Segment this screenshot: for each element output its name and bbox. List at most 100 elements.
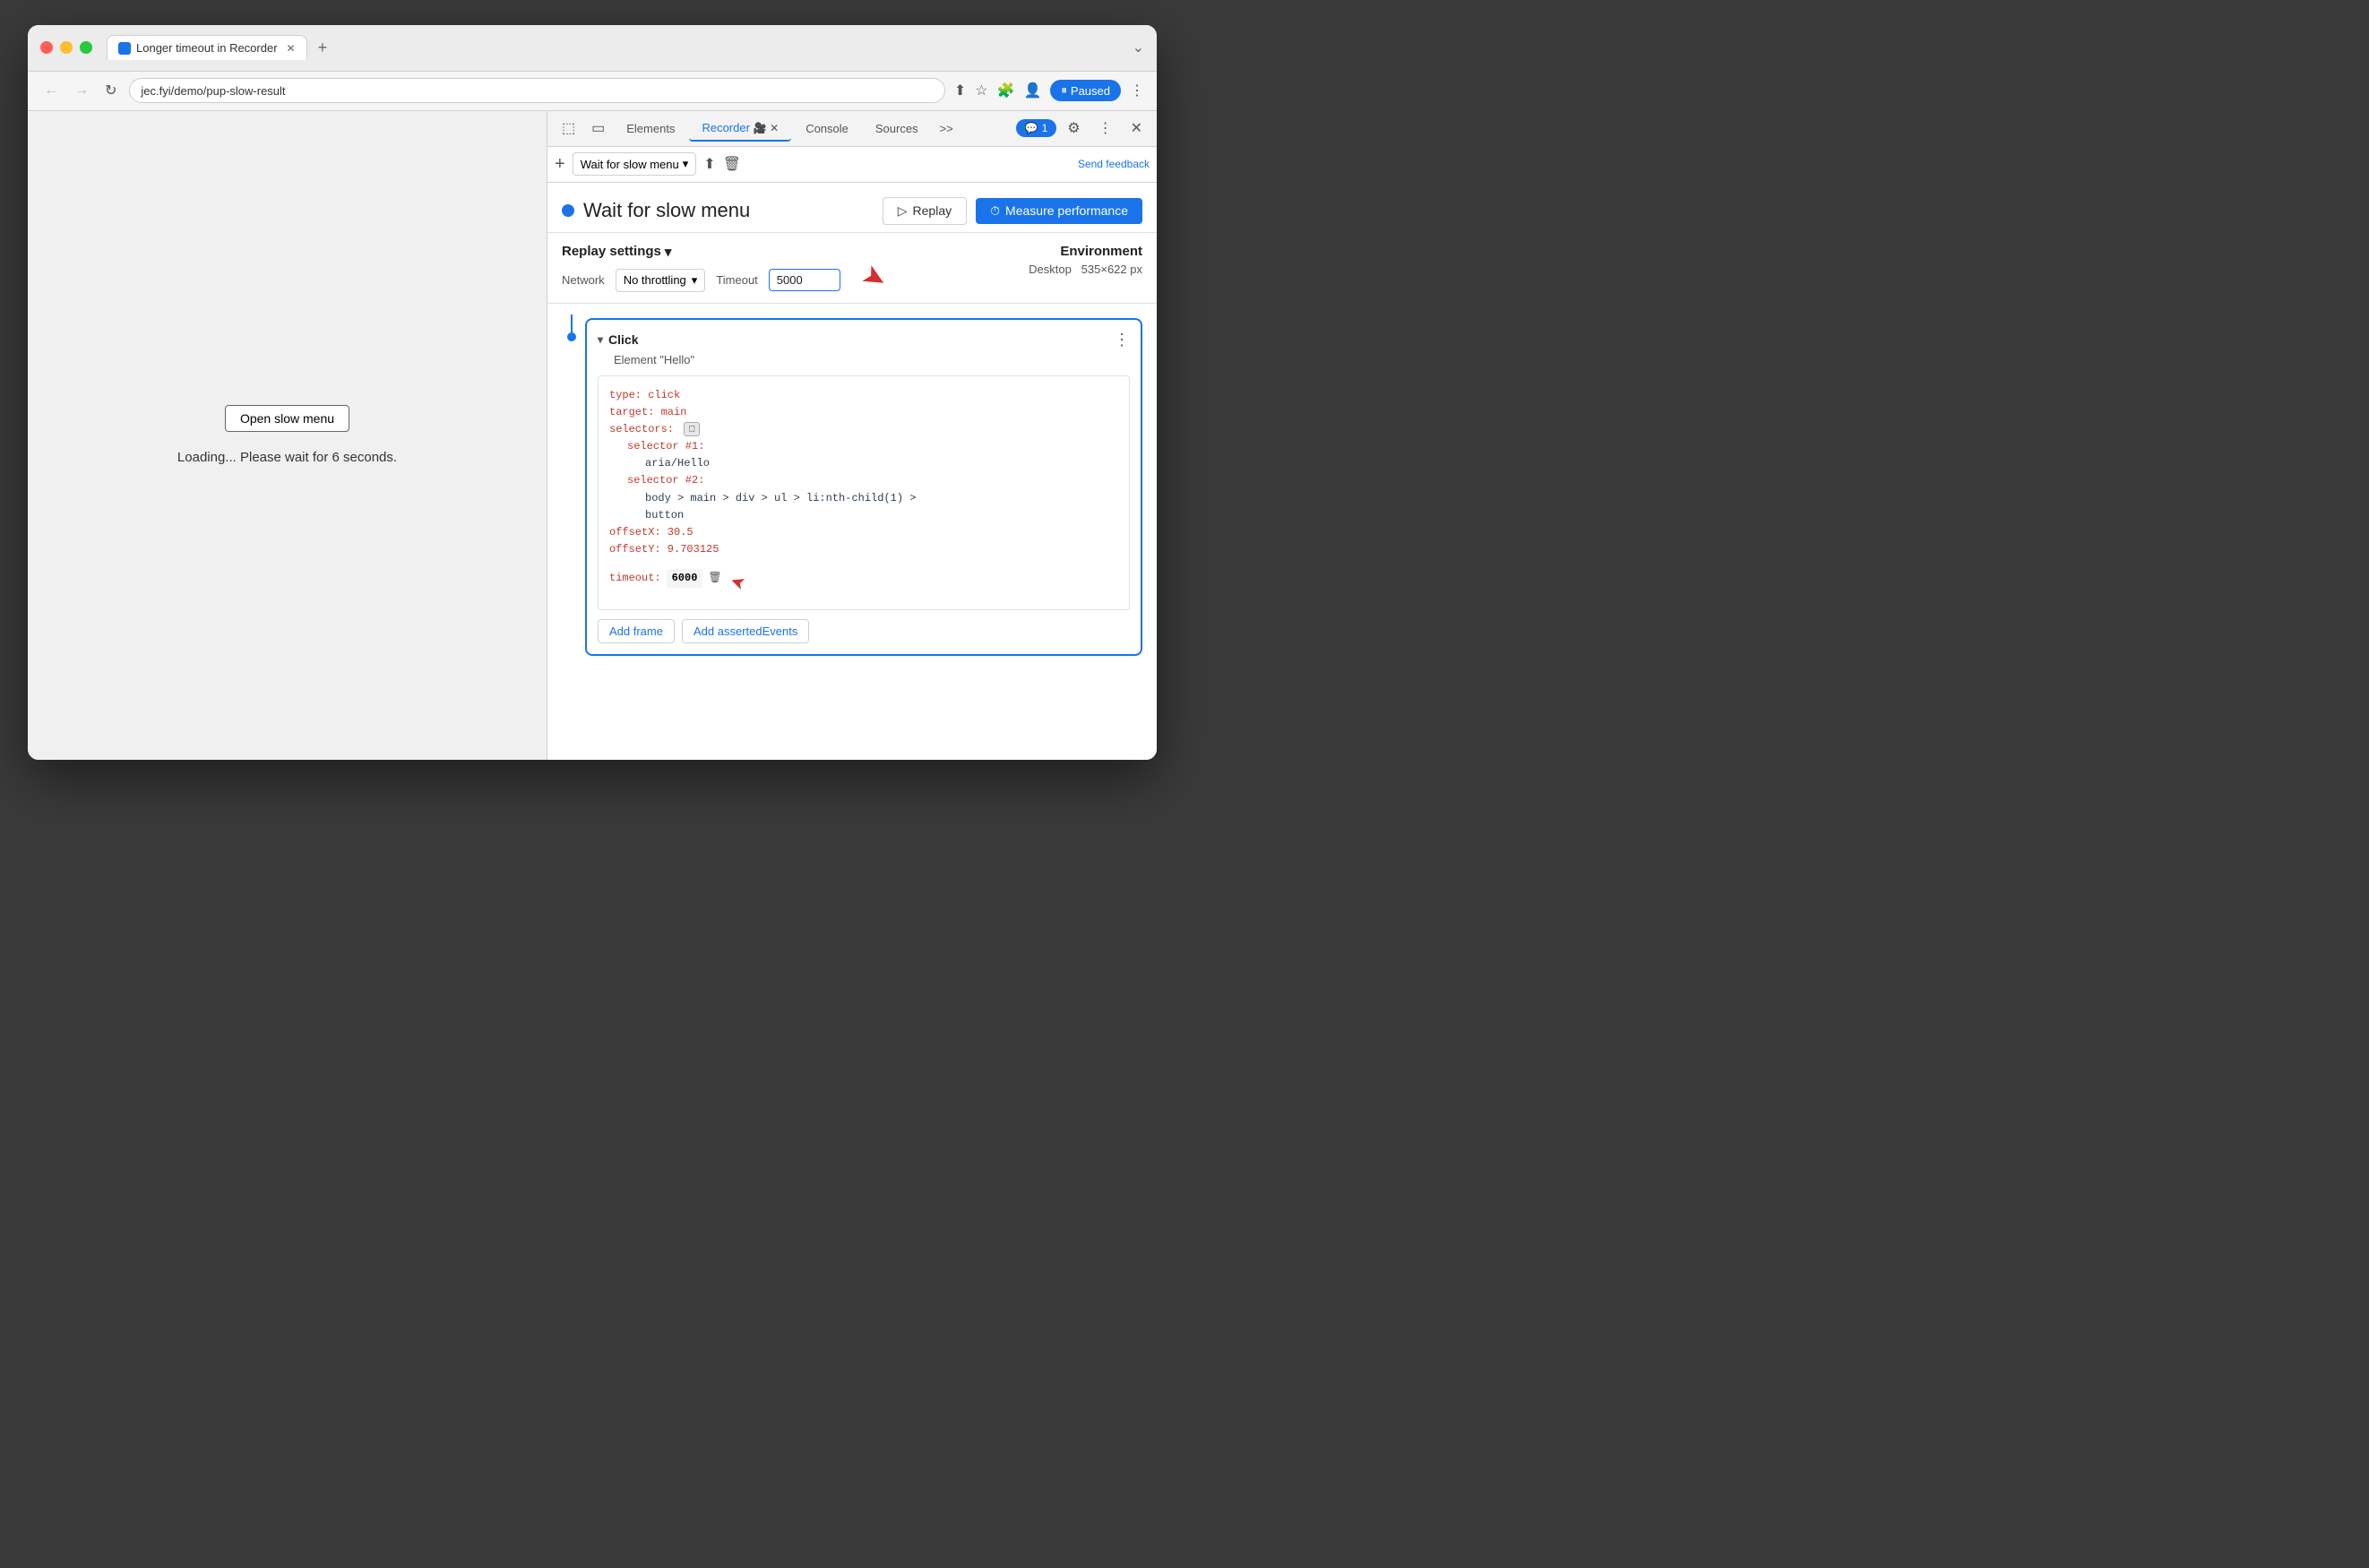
tab-favicon [118,42,131,55]
recording-title-group: Wait for slow menu [562,199,750,222]
timeout-label: Timeout [716,273,757,287]
timeout-delete-icon[interactable]: 🗑 [708,570,721,587]
settings-row: Network No throttling ▾ Timeout ➤ [562,269,840,292]
bookmark-icon[interactable]: ☆ [975,82,987,99]
network-label: Network [562,273,605,287]
traffic-lights [40,41,92,54]
paused-button[interactable]: ⏸ Paused [1050,80,1121,101]
tab-elements[interactable]: Elements [614,116,687,141]
open-slow-menu-button[interactable]: Open slow menu [225,405,349,432]
new-tab-button[interactable]: + [311,39,335,57]
play-icon: ▷ [898,203,908,219]
inspect-icon[interactable]: ⬚ [555,116,582,141]
export-icon[interactable]: ⬆ [703,155,715,173]
click-subtitle: Element "Hello" [614,353,1130,366]
step-more-icon[interactable]: ⋮ [1114,331,1130,349]
code-offsetx-line: offsetX: 30.5 [609,524,1118,541]
reload-button[interactable]: ↻ [101,78,120,103]
step-connector: ▾ Click ⋮ Element "Hello" type: click [562,311,1142,657]
window-chevron-icon[interactable]: ⌄ [1133,39,1144,56]
timeout-key: timeout: [609,570,661,587]
code-selector2-value: body > main > div > ul > li:nth-child(1)… [609,490,1118,507]
delete-icon[interactable]: 🗑 [723,155,741,173]
tab-title: Longer timeout in Recorder [136,41,278,55]
steps-area[interactable]: ▾ Click ⋮ Element "Hello" type: click [547,304,1157,760]
titlebar: Longer timeout in Recorder ✕ + ⌄ [28,25,1157,72]
step-dot [567,332,576,341]
devtools-close-icon[interactable]: ✕ [1124,116,1150,141]
more-tabs-button[interactable]: >> [933,118,961,139]
devtools-right-icons: 💬 1 ⚙ ⋮ ✕ [1016,116,1150,141]
network-throttling-dropdown[interactable]: No throttling ▾ [616,269,706,292]
measure-performance-button[interactable]: ⏱ Measure performance [976,198,1142,224]
chat-button[interactable]: 💬 1 [1016,119,1057,137]
environment-value: Desktop 535×622 px [1029,263,1142,276]
code-target-line: target: main [609,404,1118,421]
timeout-inline-value: 6000 [667,569,703,588]
extensions-icon[interactable]: 🧩 [997,82,1015,99]
code-selectors-line: selectors: ⬚ [609,421,1118,438]
devtools-topbar: ⬚ ▭ Elements Recorder 🎥 ✕ Console Source… [547,111,1157,147]
gauge-icon: ⏱ [990,203,1000,219]
recording-dropdown[interactable]: Wait for slow menu ▾ [573,152,697,176]
code-timeout-line: timeout: 6000 🗑 ➤ [609,558,1118,599]
replay-settings-title[interactable]: Replay settings ▾ [562,244,840,260]
timeout-input[interactable] [769,269,840,291]
recording-header: Wait for slow menu ▷ Replay ⏱ Measure pe… [547,183,1157,233]
settings-chevron-icon: ▾ [665,244,672,260]
tab-sources[interactable]: Sources [863,116,931,141]
click-step-wrapper: ▾ Click ⋮ Element "Hello" type: click [585,314,1142,657]
click-step: ▾ Click ⋮ Element "Hello" type: click [585,318,1142,657]
selector-icon: ⬚ [684,422,700,436]
environment-section: Environment Desktop 535×622 px [1029,244,1142,276]
red-arrow-icon: ➤ [856,256,893,297]
code-type-line: type: click [609,387,1118,404]
loading-text: Loading... Please wait for 6 seconds. [177,450,397,465]
devtools-panel: ⬚ ▭ Elements Recorder 🎥 ✕ Console Source… [547,111,1157,760]
url-bar[interactable]: jec.fyi/demo/pup-slow-result [129,78,944,103]
step-line [567,314,576,657]
add-asserted-events-button[interactable]: Add assertedEvents [682,619,809,643]
nav-actions: ⬆ ☆ 🧩 👤 ⏸ Paused ⋮ [954,80,1144,101]
minimize-button[interactable] [60,41,73,54]
click-step-title: ▾ Click [598,332,639,347]
share-icon[interactable]: ⬆ [954,82,966,99]
navbar: ← → ↻ jec.fyi/demo/pup-slow-result ⬆ ☆ 🧩… [28,72,1157,111]
content-area: Open slow menu Loading... Please wait fo… [28,111,1157,760]
recording-dot [562,204,574,217]
code-selector1-label: selector #1: [609,438,1118,455]
replay-settings-section: Replay settings ▾ Network No throttling … [547,233,1157,304]
code-selector1-value: aria/Hello [609,455,1118,472]
network-chevron-icon: ▾ [692,273,698,288]
recording-header-buttons: ▷ Replay ⏱ Measure performance [883,197,1142,225]
browser-tab[interactable]: Longer timeout in Recorder ✕ [107,35,307,60]
menu-icon[interactable]: ⋮ [1130,82,1144,99]
code-offsety-line: offsetY: 9.703125 [609,541,1118,558]
code-block-actions: Add frame Add assertedEvents [598,619,1130,643]
send-feedback-link[interactable]: Send feedback [1078,158,1150,170]
dropdown-chevron-icon: ▾ [683,157,689,171]
device-icon[interactable]: ▭ [584,116,612,141]
url-text: jec.fyi/demo/pup-slow-result [141,84,285,98]
replay-button[interactable]: ▷ Replay [883,197,967,225]
recorder-actions: ⬆ 🗑 [703,155,741,173]
devtools-more-icon[interactable]: ⋮ [1091,116,1120,141]
tab-recorder[interactable]: Recorder 🎥 ✕ [689,116,791,142]
profile-icon[interactable]: 👤 [1023,82,1041,99]
code-block: type: click target: main selectors: ⬚ [598,375,1130,611]
code-selector2-label: selector #2: [609,472,1118,489]
add-frame-button[interactable]: Add frame [598,619,675,643]
click-chevron-icon[interactable]: ▾ [598,333,603,346]
add-recording-button[interactable]: + [555,154,565,175]
back-button[interactable]: ← [40,79,62,102]
recorder-toolbar: + Wait for slow menu ▾ ⬆ 🗑 Send feedback [547,147,1157,183]
close-button[interactable] [40,41,53,54]
forward-button[interactable]: → [71,79,92,102]
tab-console[interactable]: Console [793,116,861,141]
recording-name: Wait for slow menu [583,199,750,222]
code-selector2-value2: button [609,507,1118,524]
maximize-button[interactable] [80,41,92,54]
settings-icon[interactable]: ⚙ [1060,116,1087,141]
tab-close-icon[interactable]: ✕ [287,42,296,55]
click-step-header: ▾ Click ⋮ [598,331,1130,349]
